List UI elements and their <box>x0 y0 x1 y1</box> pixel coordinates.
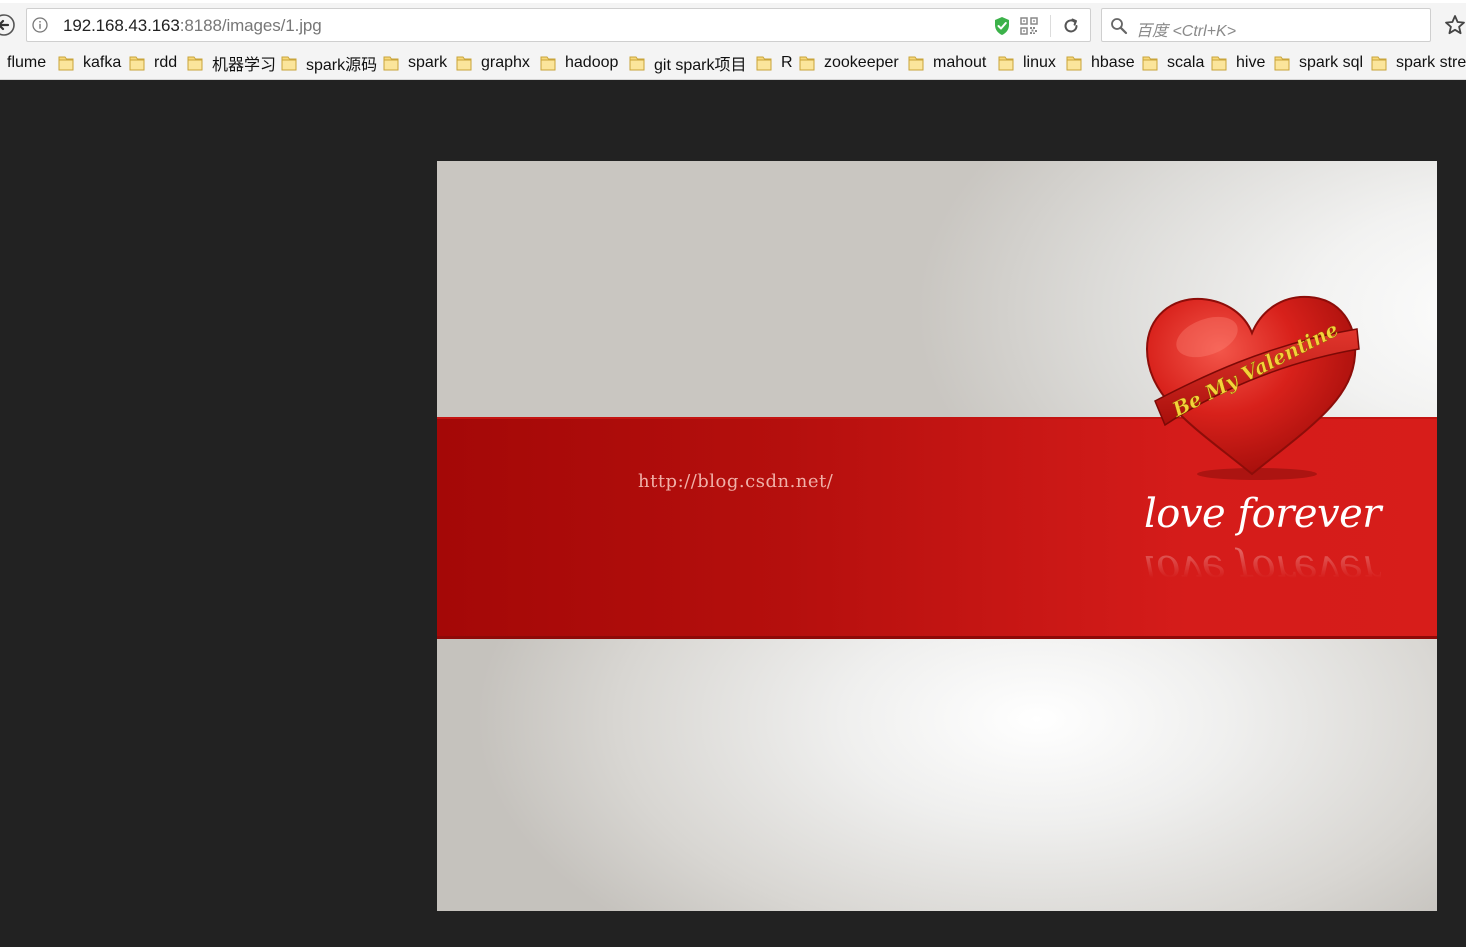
bookmark-folder[interactable]: zookeeper <box>798 52 899 74</box>
qr-code-icon[interactable] <box>1020 17 1038 35</box>
image-viewer: http://blog.csdn.net/ Be My Valentine lo… <box>0 80 1466 947</box>
folder-icon <box>456 56 472 71</box>
bookmark-label: rdd <box>154 54 178 71</box>
bookmark-label: scala <box>1167 54 1205 71</box>
folder-icon <box>1066 56 1082 71</box>
search-input[interactable]: 百度 <Ctrl+K> <box>1101 8 1431 42</box>
bookmark-folder[interactable]: kafka <box>57 52 121 74</box>
bookmark-folder[interactable]: scala <box>1141 52 1204 74</box>
bookmark-label: spark sql <box>1299 54 1364 71</box>
bookmark-label: zookeeper <box>824 54 899 71</box>
bookmark-label: spark stre <box>1396 54 1466 71</box>
url-path: :8188/images/1.jpg <box>179 16 322 35</box>
bookmark-label: kafka <box>83 54 122 71</box>
bookmark-folder[interactable]: graphx <box>455 52 530 74</box>
folder-icon <box>756 56 772 71</box>
info-icon[interactable] <box>32 17 48 33</box>
bookmark-label: mahout <box>933 54 987 71</box>
url-text[interactable]: 192.168.43.163:8188/images/1.jpg <box>63 16 322 36</box>
watermark-text: http://blog.csdn.net/ <box>638 471 834 492</box>
bookmark-folder[interactable]: rdd <box>128 52 177 74</box>
shield-icon[interactable] <box>993 16 1011 36</box>
folder-icon <box>1274 56 1290 71</box>
bookmark-folder[interactable]: hive <box>1210 52 1265 74</box>
bookmark-folder[interactable]: spark <box>382 52 447 74</box>
bookmarks-bar: flume kafka rdd 机器学习 spark源码 spark graph… <box>0 46 1466 80</box>
heart-icon: Be My Valentine <box>1145 295 1360 480</box>
search-icon <box>1111 18 1128 35</box>
bookmark-flume[interactable]: flume <box>7 52 46 74</box>
folder-icon <box>281 56 297 71</box>
bookmark-folder[interactable]: spark stre <box>1370 52 1466 74</box>
bookmark-label: 机器学习 <box>212 57 277 74</box>
bookmark-folder[interactable]: linux <box>997 52 1056 74</box>
bookmark-folder[interactable]: hadoop <box>539 52 618 74</box>
address-bar[interactable]: 192.168.43.163:8188/images/1.jpg <box>26 8 1091 42</box>
tagline-reflection: love forever <box>1144 546 1381 592</box>
url-host: 192.168.43.163 <box>63 16 180 35</box>
folder-icon <box>540 56 556 71</box>
bookmark-folder[interactable]: spark sql <box>1273 52 1363 74</box>
folder-icon <box>1142 56 1158 71</box>
search-placeholder: 百度 <Ctrl+K> <box>1136 23 1237 40</box>
bookmark-label: linux <box>1023 54 1056 71</box>
bookmark-label: spark源码 <box>306 57 378 74</box>
bookmark-label: R <box>781 54 793 71</box>
bookmark-label: hadoop <box>565 54 619 71</box>
bookmark-folder[interactable]: git spark项目 <box>628 52 746 74</box>
folder-icon <box>1371 56 1387 71</box>
bookmark-label: flume <box>7 54 47 71</box>
tagline-text: love forever <box>1144 491 1381 537</box>
folder-icon <box>1211 56 1227 71</box>
reload-icon[interactable] <box>1061 16 1081 36</box>
bookmark-label: hbase <box>1091 54 1135 71</box>
folder-icon <box>998 56 1014 71</box>
toolbar-separator <box>1050 15 1051 37</box>
folder-icon <box>383 56 399 71</box>
bookmark-folder[interactable]: mahout <box>907 52 986 74</box>
folder-icon <box>187 56 203 71</box>
bookmark-label: spark <box>408 54 448 71</box>
bookmark-label: graphx <box>481 54 530 71</box>
bookmark-folder[interactable]: hbase <box>1065 52 1135 74</box>
bookmark-folder[interactable]: R <box>755 52 793 74</box>
folder-icon <box>908 56 924 71</box>
bookmark-star-icon[interactable] <box>1444 14 1466 36</box>
bookmark-label: hive <box>1236 54 1266 71</box>
displayed-image[interactable]: http://blog.csdn.net/ Be My Valentine lo… <box>437 161 1437 911</box>
folder-icon <box>129 56 145 71</box>
folder-icon <box>799 56 815 71</box>
browser-toolbar: 192.168.43.163:8188/images/1.jpg 百度 <Ctr… <box>0 0 1466 46</box>
bookmark-label: git spark项目 <box>654 57 747 74</box>
back-button[interactable] <box>0 10 16 40</box>
folder-icon <box>58 56 74 71</box>
image-lower-background <box>437 639 1437 911</box>
folder-icon <box>629 56 645 71</box>
back-arrow-icon <box>0 14 15 36</box>
bookmark-folder[interactable]: spark源码 <box>280 52 377 74</box>
bookmark-folder[interactable]: 机器学习 <box>186 52 276 74</box>
